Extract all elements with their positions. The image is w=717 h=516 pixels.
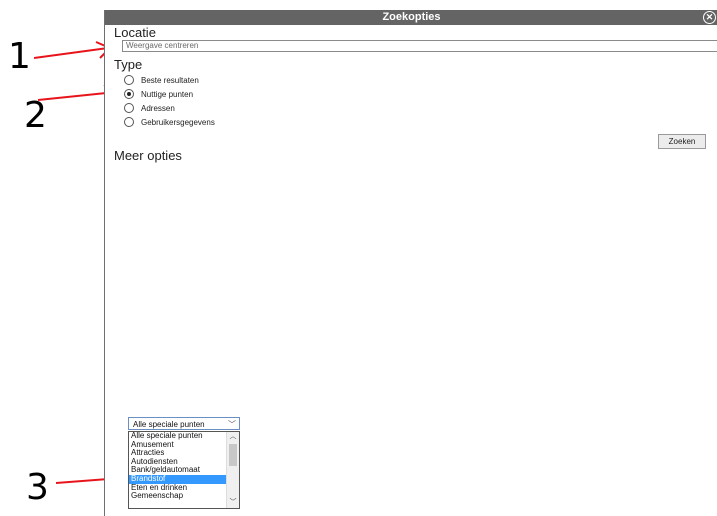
category-select-value: Alle speciale punten	[133, 420, 205, 429]
type-label: Type	[114, 57, 143, 72]
close-icon[interactable]: ✕	[703, 11, 716, 24]
list-item[interactable]: Gemeenschap	[129, 492, 227, 501]
scroll-up-icon[interactable]: ︿	[227, 432, 239, 442]
category-select[interactable]: Alle speciale punten ﹀	[128, 417, 240, 430]
list-scrollbar[interactable]: ︿ ﹀	[226, 432, 239, 508]
annotation-3: 3	[26, 467, 49, 508]
more-options-toggle[interactable]: Meer opties	[114, 148, 182, 163]
radio-label: Beste resultaten	[141, 75, 199, 85]
radio-label: Adressen	[141, 103, 175, 113]
title-bar: Zoekopties ✕	[105, 10, 717, 25]
radio-button-checked[interactable]	[124, 89, 134, 99]
chevron-down-icon[interactable]: ﹀	[228, 418, 236, 431]
category-list[interactable]: Alle speciale punten Amusement Attractie…	[128, 431, 240, 509]
radio-points-of-interest[interactable]: Nuttige punten	[124, 88, 193, 100]
location-label: Locatie	[114, 25, 156, 40]
radio-button[interactable]	[124, 75, 134, 85]
arrow-1	[34, 41, 112, 59]
scroll-thumb[interactable]	[229, 444, 237, 466]
search-options-panel: Zoekopties ✕ Locatie Weergave centreren …	[104, 10, 717, 516]
radio-button[interactable]	[124, 103, 134, 113]
radio-user-data[interactable]: Gebruikersgegevens	[124, 116, 215, 128]
search-button[interactable]: Zoeken	[658, 134, 706, 149]
annotation-1: 1	[8, 36, 31, 77]
radio-button[interactable]	[124, 117, 134, 127]
location-input[interactable]: Weergave centreren	[122, 40, 717, 52]
radio-label: Gebruikersgegevens	[141, 117, 215, 127]
window-title: Zoekopties	[382, 11, 441, 23]
scroll-down-icon[interactable]: ﹀	[227, 498, 239, 508]
radio-label: Nuttige punten	[141, 89, 194, 99]
radio-addresses[interactable]: Adressen	[124, 102, 175, 114]
radio-best-results[interactable]: Beste resultaten	[124, 74, 199, 86]
